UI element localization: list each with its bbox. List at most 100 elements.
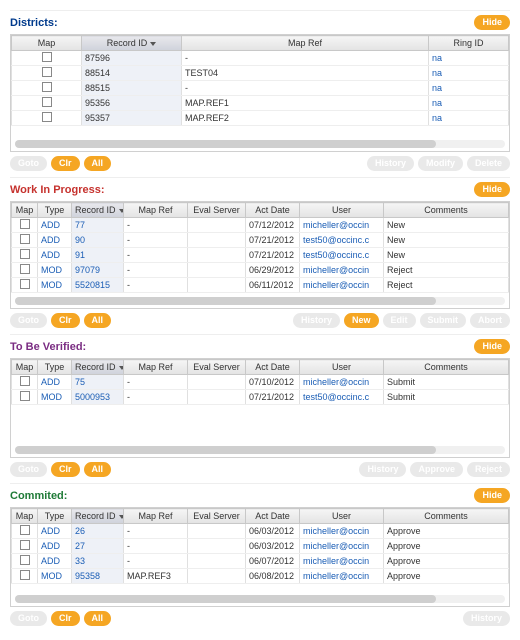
- new-button[interactable]: New: [344, 313, 379, 328]
- col-eval[interactable]: Eval Server: [188, 203, 246, 218]
- cell-map-ref: -: [124, 375, 188, 390]
- col-type[interactable]: Type: [38, 509, 72, 524]
- hide-button[interactable]: Hide: [474, 15, 510, 30]
- all-button[interactable]: All: [84, 313, 112, 328]
- table-row[interactable]: MOD 95358 MAP.REF3 06/08/2012 micheller@…: [12, 569, 509, 584]
- row-checkbox[interactable]: [20, 279, 30, 289]
- approve-button[interactable]: Approve: [410, 462, 463, 477]
- row-checkbox[interactable]: [42, 67, 52, 77]
- table-row[interactable]: 87596 - na: [12, 51, 509, 66]
- clr-button[interactable]: Clr: [51, 313, 80, 328]
- col-user[interactable]: User: [300, 509, 384, 524]
- row-checkbox[interactable]: [20, 391, 30, 401]
- col-act[interactable]: Act Date: [246, 509, 300, 524]
- table-row[interactable]: MOD 5520815 - 06/11/2012 micheller@occin…: [12, 278, 509, 293]
- table-row[interactable]: MOD 97079 - 06/29/2012 micheller@occin R…: [12, 263, 509, 278]
- table-row[interactable]: ADD 26 - 06/03/2012 micheller@occin Appr…: [12, 524, 509, 539]
- col-eval[interactable]: Eval Server: [188, 509, 246, 524]
- row-checkbox[interactable]: [20, 570, 30, 580]
- col-act[interactable]: Act Date: [246, 203, 300, 218]
- table-row[interactable]: ADD 75 - 07/10/2012 micheller@occin Subm…: [12, 375, 509, 390]
- abort-button[interactable]: Abort: [470, 313, 510, 328]
- goto-button[interactable]: Goto: [10, 313, 47, 328]
- col-record-id[interactable]: Record ID: [82, 36, 182, 51]
- table-row[interactable]: 95357 MAP.REF2 na: [12, 111, 509, 126]
- col-act[interactable]: Act Date: [246, 360, 300, 375]
- col-map[interactable]: Map: [12, 36, 82, 51]
- all-button[interactable]: All: [84, 462, 112, 477]
- delete-button[interactable]: Delete: [467, 156, 510, 171]
- col-record-id[interactable]: Record ID: [72, 203, 124, 218]
- cell-map-ref: -: [124, 390, 188, 405]
- goto-button[interactable]: Goto: [10, 611, 47, 626]
- edit-button[interactable]: Edit: [383, 313, 416, 328]
- table-row[interactable]: 88514 TEST04 na: [12, 66, 509, 81]
- row-checkbox[interactable]: [20, 525, 30, 535]
- hide-button[interactable]: Hide: [474, 339, 510, 354]
- col-map-ref[interactable]: Map Ref: [182, 36, 429, 51]
- col-eval[interactable]: Eval Server: [188, 360, 246, 375]
- col-user[interactable]: User: [300, 360, 384, 375]
- col-comments[interactable]: Comments: [384, 203, 509, 218]
- table-row[interactable]: ADD 91 - 07/21/2012 test50@occinc.c New: [12, 248, 509, 263]
- history-button[interactable]: History: [359, 462, 406, 477]
- goto-button[interactable]: Goto: [10, 156, 47, 171]
- table-row[interactable]: ADD 77 - 07/12/2012 micheller@occin New: [12, 218, 509, 233]
- col-type[interactable]: Type: [38, 203, 72, 218]
- col-type[interactable]: Type: [38, 360, 72, 375]
- goto-button[interactable]: Goto: [10, 462, 47, 477]
- col-map-ref[interactable]: Map Ref: [124, 203, 188, 218]
- all-button[interactable]: All: [84, 611, 112, 626]
- col-map[interactable]: Map: [12, 509, 38, 524]
- table-row[interactable]: 95356 MAP.REF1 na: [12, 96, 509, 111]
- submit-button[interactable]: Submit: [420, 313, 467, 328]
- row-checkbox[interactable]: [20, 376, 30, 386]
- row-checkbox[interactable]: [42, 112, 52, 122]
- row-checkbox[interactable]: [20, 219, 30, 229]
- cell-type: MOD: [38, 263, 72, 278]
- hide-button[interactable]: Hide: [474, 182, 510, 197]
- history-button[interactable]: History: [293, 313, 340, 328]
- table-row[interactable]: MOD 5000953 - 07/21/2012 test50@occinc.c…: [12, 390, 509, 405]
- col-record-id[interactable]: Record ID: [72, 360, 124, 375]
- col-map[interactable]: Map: [12, 203, 38, 218]
- h-scrollbar[interactable]: [15, 297, 505, 305]
- col-user[interactable]: User: [300, 203, 384, 218]
- clr-button[interactable]: Clr: [51, 156, 80, 171]
- cell-record-id: 97079: [72, 263, 124, 278]
- h-scrollbar[interactable]: [15, 595, 505, 603]
- cell-comments: New: [384, 248, 509, 263]
- col-ring-id[interactable]: Ring ID: [429, 36, 509, 51]
- row-checkbox[interactable]: [20, 234, 30, 244]
- row-checkbox[interactable]: [42, 97, 52, 107]
- hide-button[interactable]: Hide: [474, 488, 510, 503]
- table-row[interactable]: ADD 90 - 07/21/2012 test50@occinc.c New: [12, 233, 509, 248]
- history-button[interactable]: History: [367, 156, 414, 171]
- row-checkbox[interactable]: [42, 82, 52, 92]
- row-checkbox[interactable]: [20, 555, 30, 565]
- col-record-id[interactable]: Record ID: [72, 509, 124, 524]
- col-map-ref[interactable]: Map Ref: [124, 509, 188, 524]
- h-scrollbar[interactable]: [15, 446, 505, 454]
- reject-button[interactable]: Reject: [467, 462, 510, 477]
- table-row[interactable]: ADD 33 - 06/07/2012 micheller@occin Appr…: [12, 554, 509, 569]
- cell-comments: Submit: [384, 375, 509, 390]
- cell-map-ref: MAP.REF2: [182, 111, 429, 126]
- col-map[interactable]: Map: [12, 360, 38, 375]
- clr-button[interactable]: Clr: [51, 462, 80, 477]
- cell-user: micheller@occin: [300, 554, 384, 569]
- all-button[interactable]: All: [84, 156, 112, 171]
- col-comments[interactable]: Comments: [384, 360, 509, 375]
- table-row[interactable]: ADD 27 - 06/03/2012 micheller@occin Appr…: [12, 539, 509, 554]
- table-row[interactable]: 88515 - na: [12, 81, 509, 96]
- h-scrollbar[interactable]: [15, 140, 505, 148]
- clr-button[interactable]: Clr: [51, 611, 80, 626]
- col-map-ref[interactable]: Map Ref: [124, 360, 188, 375]
- col-comments[interactable]: Comments: [384, 509, 509, 524]
- row-checkbox[interactable]: [42, 52, 52, 62]
- row-checkbox[interactable]: [20, 540, 30, 550]
- history-button[interactable]: History: [463, 611, 510, 626]
- row-checkbox[interactable]: [20, 249, 30, 259]
- row-checkbox[interactable]: [20, 264, 30, 274]
- modify-button[interactable]: Modify: [418, 156, 463, 171]
